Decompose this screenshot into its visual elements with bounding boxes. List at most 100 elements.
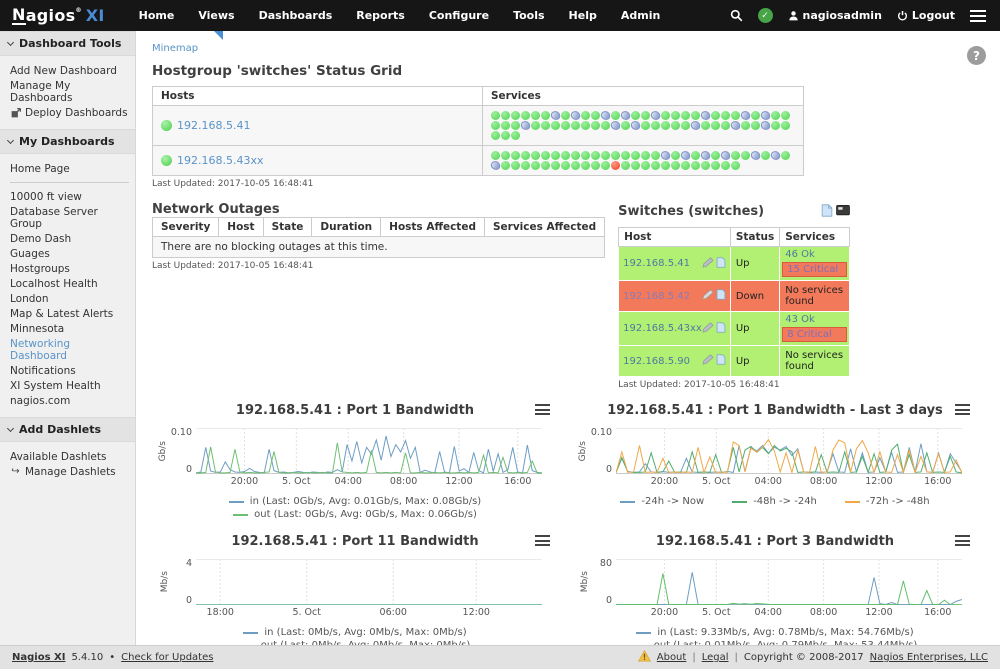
chart-menu-icon[interactable] <box>535 404 550 415</box>
service-ok-icon[interactable] <box>541 151 550 160</box>
sidebar-dashboard-item[interactable]: XI System Health <box>10 378 129 393</box>
sidebar-item-add-new-dashboard[interactable]: Add New Dashboard <box>10 63 129 78</box>
service-ok-icon[interactable] <box>721 121 730 130</box>
service-ok-icon[interactable] <box>561 151 570 160</box>
service-ok-icon[interactable] <box>591 121 600 130</box>
section-add-dashlets[interactable]: Add Dashlets <box>0 417 135 442</box>
service-special-icon[interactable] <box>620 110 631 121</box>
service-ok-icon[interactable] <box>501 121 510 130</box>
service-special-icon[interactable] <box>660 150 671 161</box>
service-ok-icon[interactable] <box>701 121 710 130</box>
sidebar-dashboard-item[interactable]: Networking Dashboard <box>10 336 129 363</box>
sidebar-item-deploy-dashboards[interactable]: Deploy Dashboards <box>10 105 129 120</box>
sidebar-item-manage-dashlets[interactable]: ↪ Manage Dashlets <box>10 464 129 479</box>
page-view-icon[interactable] <box>821 202 833 221</box>
line-plot[interactable] <box>616 428 962 474</box>
service-ok-icon[interactable] <box>551 151 560 160</box>
service-ok-icon[interactable] <box>781 111 790 120</box>
service-special-icon[interactable] <box>750 150 761 161</box>
legend-entry[interactable]: -24h -> Now <box>620 496 704 507</box>
service-ok-icon[interactable] <box>701 161 710 170</box>
service-ok-icon[interactable] <box>541 111 550 120</box>
service-ok-icon[interactable] <box>581 161 590 170</box>
line-plot[interactable] <box>196 428 542 474</box>
service-special-icon[interactable] <box>760 110 771 121</box>
service-ok-icon[interactable] <box>681 121 690 130</box>
service-ok-icon[interactable] <box>571 121 580 130</box>
service-special-icon[interactable] <box>700 110 711 121</box>
service-ok-icon[interactable] <box>661 121 670 130</box>
help-icon[interactable]: ? <box>967 46 986 65</box>
company-link[interactable]: Nagios Enterprises, LLC <box>870 652 988 663</box>
service-ok-icon[interactable] <box>641 161 650 170</box>
service-ok-icon[interactable] <box>601 121 610 130</box>
service-ok-icon[interactable] <box>651 121 660 130</box>
menu-item[interactable]: Help <box>557 9 609 22</box>
service-ok-icon[interactable] <box>591 161 600 170</box>
service-ok-icon[interactable] <box>511 121 520 130</box>
service-ok-icon[interactable] <box>491 111 500 120</box>
service-ok-icon[interactable] <box>691 151 700 160</box>
service-ok-icon[interactable] <box>731 111 740 120</box>
service-special-icon[interactable] <box>520 120 531 131</box>
sidebar-dashboard-item[interactable]: Map & Latest Alerts <box>10 306 129 321</box>
service-ok-icon[interactable] <box>771 121 780 130</box>
system-status-icon[interactable]: ✓ <box>758 8 773 23</box>
service-ok-icon[interactable] <box>651 151 660 160</box>
service-ok-icon[interactable] <box>561 111 570 120</box>
service-ok-icon[interactable] <box>621 151 630 160</box>
service-ok-icon[interactable] <box>731 151 740 160</box>
service-ok-icon[interactable] <box>521 151 530 160</box>
host-link[interactable]: 192.168.5.90 <box>623 356 690 367</box>
service-special-icon[interactable] <box>690 120 701 131</box>
service-ok-icon[interactable] <box>491 151 500 160</box>
service-ok-icon[interactable] <box>661 161 670 170</box>
menu-item[interactable]: Configure <box>417 9 501 22</box>
service-special-icon[interactable] <box>650 110 661 121</box>
service-special-icon[interactable] <box>700 150 711 161</box>
service-special-icon[interactable] <box>610 120 621 131</box>
service-ok-icon[interactable] <box>781 121 790 130</box>
service-ok-icon[interactable] <box>501 161 510 170</box>
service-ok-icon[interactable] <box>601 161 610 170</box>
service-ok-icon[interactable] <box>711 161 720 170</box>
service-ok-icon[interactable] <box>571 151 580 160</box>
service-ok-icon[interactable] <box>721 161 730 170</box>
service-ok-icon[interactable] <box>511 161 520 170</box>
section-dashboard-tools[interactable]: Dashboard Tools <box>0 31 135 56</box>
check-updates-link[interactable]: Check for Updates <box>121 652 213 663</box>
service-special-icon[interactable] <box>490 160 501 171</box>
pencil-icon[interactable] <box>702 289 714 303</box>
service-ok-icon[interactable] <box>631 151 640 160</box>
minemap-link[interactable]: Minemap <box>152 43 198 54</box>
service-ok-icon[interactable] <box>671 111 680 120</box>
service-ok-icon[interactable] <box>711 111 720 120</box>
service-ok-icon[interactable] <box>611 151 620 160</box>
service-ok-icon[interactable] <box>741 121 750 130</box>
menu-item[interactable]: Dashboards <box>247 9 345 22</box>
menu-item[interactable]: Reports <box>344 9 417 22</box>
host-link[interactable]: 192.168.5.41 <box>623 258 690 269</box>
service-ok-icon[interactable] <box>501 131 510 140</box>
service-ok-icon[interactable] <box>711 151 720 160</box>
sidebar-dashboard-item[interactable]: 10000 ft view <box>10 189 129 204</box>
service-ok-icon[interactable] <box>651 161 660 170</box>
pencil-icon[interactable] <box>702 257 714 271</box>
logout-button[interactable]: Logout <box>897 9 955 22</box>
service-special-icon[interactable] <box>740 110 751 121</box>
service-ok-icon[interactable] <box>641 121 650 130</box>
service-ok-icon[interactable] <box>541 161 550 170</box>
service-special-icon[interactable] <box>680 150 691 161</box>
sidebar-dashboard-item[interactable]: Minnesota <box>10 321 129 336</box>
service-ok-icon[interactable] <box>531 111 540 120</box>
footer-product-link[interactable]: Nagios XI <box>12 652 65 663</box>
menu-item[interactable]: Tools <box>501 9 556 22</box>
menu-item[interactable]: Home <box>127 9 187 22</box>
legend-entry[interactable]: -72h -> -48h <box>845 496 930 507</box>
service-ok-icon[interactable] <box>551 121 560 130</box>
service-ok-icon[interactable] <box>751 121 760 130</box>
service-ok-icon[interactable] <box>681 161 690 170</box>
sidebar-dashboard-item[interactable]: nagios.com <box>10 393 129 408</box>
service-ok-icon[interactable] <box>621 161 630 170</box>
sidebar-dashboard-item[interactable]: Localhost Health <box>10 276 129 291</box>
